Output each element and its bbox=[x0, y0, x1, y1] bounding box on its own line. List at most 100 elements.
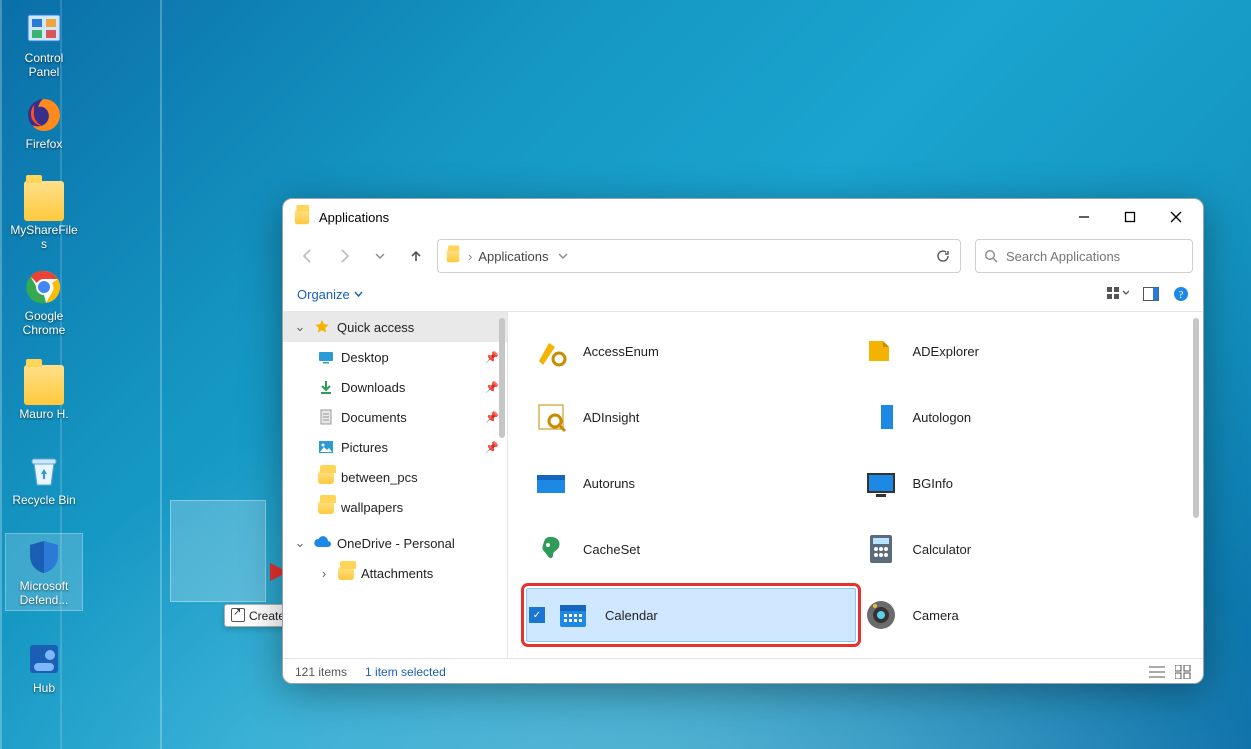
sidebar-item-documents[interactable]: Documents 📌 bbox=[283, 402, 507, 432]
adexplorer-icon bbox=[863, 333, 899, 369]
address-dropdown[interactable] bbox=[554, 251, 572, 261]
folder-icon bbox=[317, 468, 335, 486]
sidebar-item-label: Documents bbox=[341, 410, 407, 425]
pin-icon: 📌 bbox=[485, 441, 499, 454]
forward-button[interactable] bbox=[329, 241, 359, 271]
pin-icon: 📌 bbox=[485, 381, 499, 394]
desktop-icon-mysharefiles[interactable]: MyShareFiles bbox=[6, 178, 82, 254]
scrollbar[interactable] bbox=[1193, 318, 1199, 518]
sidebar-item-desktop[interactable]: Desktop📌 bbox=[283, 342, 507, 372]
pin-icon: 📌 bbox=[485, 351, 499, 364]
sidebar-item-label: Pictures bbox=[341, 440, 388, 455]
sidebar-onedrive-child[interactable]: › Attachments bbox=[283, 558, 507, 588]
sidebar-label: Quick access bbox=[337, 320, 414, 335]
calendar-icon bbox=[555, 597, 591, 633]
pin-icon: 📌 bbox=[485, 411, 499, 424]
address-bar[interactable]: › Applications bbox=[437, 239, 961, 273]
accessenum-icon bbox=[533, 333, 569, 369]
breadcrumb[interactable]: Applications bbox=[478, 249, 548, 264]
preview-pane-button[interactable] bbox=[1143, 287, 1159, 301]
sidebar-item-pictures[interactable]: Pictures 📌 bbox=[283, 432, 507, 462]
camera-icon bbox=[863, 597, 899, 633]
icons-view-button[interactable] bbox=[1175, 665, 1191, 679]
sidebar-onedrive[interactable]: ⌄ OneDrive - Personal bbox=[283, 528, 507, 558]
chevron-down-icon: ⌄ bbox=[293, 535, 307, 551]
app-item-adexplorer[interactable]: ADExplorer bbox=[856, 324, 1186, 378]
close-button[interactable] bbox=[1153, 201, 1199, 233]
sidebar-label: OneDrive - Personal bbox=[337, 536, 455, 551]
app-item-label: Camera bbox=[913, 608, 959, 623]
up-button[interactable] bbox=[401, 241, 431, 271]
desktop[interactable]: { "desktop_icons": [ {"id":"control-pane… bbox=[0, 0, 1251, 749]
app-item-bginfo[interactable]: BGInfo bbox=[856, 456, 1186, 510]
sidebar-item-wallpapers[interactable]: wallpapers bbox=[283, 492, 507, 522]
drag-ghost bbox=[170, 500, 266, 602]
maximize-button[interactable] bbox=[1107, 201, 1153, 233]
folder-icon bbox=[317, 498, 335, 516]
autologon-icon bbox=[863, 399, 899, 435]
scrollbar[interactable] bbox=[499, 318, 505, 438]
sidebar-quick-access[interactable]: ⌄ Quick access bbox=[283, 312, 507, 342]
view-options-button[interactable] bbox=[1107, 287, 1129, 301]
app-item-calendar[interactable]: ✓ Calendar bbox=[526, 588, 856, 642]
desktop-icon-chrome[interactable]: Google Chrome bbox=[6, 264, 82, 340]
shield-icon bbox=[24, 537, 64, 577]
checkbox-icon[interactable]: ✓ bbox=[529, 607, 545, 623]
app-item-label: AccessEnum bbox=[583, 344, 659, 359]
folder-icon bbox=[337, 564, 355, 582]
recycle-bin-icon bbox=[24, 451, 64, 491]
desktop-icon-label: Microsoft Defend... bbox=[6, 579, 82, 610]
link-icon bbox=[231, 608, 245, 622]
app-item-label: Calendar bbox=[605, 608, 658, 623]
app-item-clock[interactable]: Clock bbox=[856, 654, 1186, 658]
titlebar[interactable]: Applications bbox=[283, 199, 1203, 235]
details-view-button[interactable] bbox=[1149, 665, 1165, 679]
window-title: Applications bbox=[319, 210, 389, 225]
sidebar-item-downloads[interactable]: Downloads📌 bbox=[283, 372, 507, 402]
recent-dropdown[interactable] bbox=[365, 241, 395, 271]
control-panel-icon bbox=[24, 9, 64, 49]
chevron-right-icon: › bbox=[317, 566, 331, 581]
app-item-adinsight[interactable]: ADInsight bbox=[526, 390, 856, 444]
organize-menu[interactable]: Organize bbox=[297, 287, 363, 302]
app-item-label: Autologon bbox=[913, 410, 972, 425]
status-bar: 121 items 1 item selected bbox=[283, 658, 1203, 684]
explorer-window: Applications › Applications Organize ? bbox=[282, 198, 1204, 684]
desktop-icon-label: Hub bbox=[6, 681, 82, 698]
desktop-icon-recycle-bin[interactable]: Recycle Bin bbox=[6, 448, 82, 510]
file-pane[interactable]: AccessEnum ADExplorerADInsight Autologon Au… bbox=[508, 312, 1203, 658]
app-item-character-map[interactable]: Character Map bbox=[526, 654, 856, 658]
sidebar-item-between_pcs[interactable]: between_pcs bbox=[283, 462, 507, 492]
hub-icon bbox=[24, 639, 64, 679]
firefox-icon bbox=[24, 95, 64, 135]
help-button[interactable]: ? bbox=[1173, 286, 1189, 302]
app-item-autoruns[interactable]: Autoruns bbox=[526, 456, 856, 510]
breadcrumb-separator: › bbox=[468, 249, 472, 264]
app-item-camera[interactable]: Camera bbox=[856, 588, 1186, 642]
sidebar-label: Attachments bbox=[361, 566, 433, 581]
back-button[interactable] bbox=[293, 241, 323, 271]
app-item-calculator[interactable]: Calculator bbox=[856, 522, 1186, 576]
desktop-icon-control-panel[interactable]: Control Panel bbox=[6, 6, 82, 82]
desktop-icon-hub[interactable]: Hub bbox=[6, 636, 82, 698]
desktop-icon-user-folder[interactable]: Mauro H. bbox=[6, 362, 82, 424]
calculator-icon bbox=[863, 531, 899, 567]
chevron-down-icon: ⌄ bbox=[293, 319, 307, 335]
cloud-icon bbox=[313, 534, 331, 552]
app-item-label: BGInfo bbox=[913, 476, 953, 491]
download-icon bbox=[317, 378, 335, 396]
minimize-button[interactable] bbox=[1061, 201, 1107, 233]
search-input[interactable] bbox=[1004, 248, 1184, 265]
sidebar[interactable]: ⌄ Quick access Desktop📌Downloads📌Documen… bbox=[283, 312, 508, 658]
desktop-icon-label: Mauro H. bbox=[6, 407, 82, 424]
search-box[interactable] bbox=[975, 239, 1193, 273]
folder-icon bbox=[24, 181, 64, 221]
app-item-accessenum[interactable]: AccessEnum bbox=[526, 324, 856, 378]
app-item-autologon[interactable]: Autologon bbox=[856, 390, 1186, 444]
app-item-cacheset[interactable]: CacheSet bbox=[526, 522, 856, 576]
sidebar-item-label: between_pcs bbox=[341, 470, 418, 485]
desktop-icon-firefox[interactable]: Firefox bbox=[6, 92, 82, 154]
search-icon bbox=[984, 249, 998, 263]
refresh-button[interactable] bbox=[932, 249, 954, 263]
desktop-icon-defender[interactable]: Microsoft Defend... bbox=[6, 534, 82, 610]
